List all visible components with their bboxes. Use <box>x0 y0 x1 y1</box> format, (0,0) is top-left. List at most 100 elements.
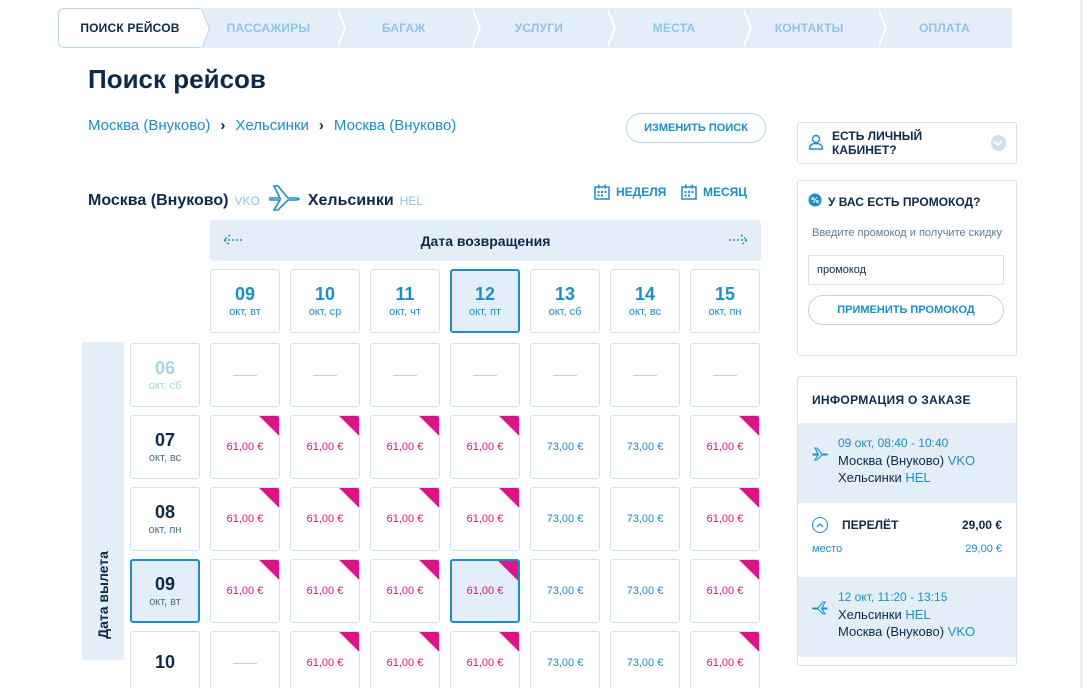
arrow-right-icon[interactable] <box>727 233 749 250</box>
lowest-price-badge <box>739 560 759 580</box>
price-cell[interactable]: 61,00 € <box>450 487 520 551</box>
step-services[interactable]: УСЛУГИ <box>471 8 617 48</box>
departure-date-cell[interactable]: 06 окт, сб <box>130 343 200 407</box>
price-cell[interactable]: 73,00 € <box>530 415 600 479</box>
lowest-price-badge <box>339 416 359 436</box>
seat-amount: 29,00 € <box>965 543 1002 555</box>
price-value: 61,00 € <box>306 513 344 525</box>
arrow-left-icon[interactable] <box>222 233 244 250</box>
price-cell[interactable]: 61,00 € <box>450 415 520 479</box>
breadcrumb-item-return[interactable]: Москва (Внуково) <box>334 117 456 134</box>
return-date-cell[interactable]: 15 окт, пн <box>690 269 760 333</box>
price-cell[interactable]: 73,00 € <box>610 487 680 551</box>
return-weekday: окт, чт <box>389 306 421 318</box>
price-value: 73,00 € <box>626 585 664 597</box>
personal-cabinet-panel[interactable]: ЕСТЬ ЛИЧНЫЙ КАБИНЕТ? <box>797 122 1017 164</box>
promo-code-input[interactable]: промокод <box>808 255 1004 285</box>
apply-promo-button[interactable]: ПРИМЕНИТЬ ПРОМОКОД <box>808 295 1004 325</box>
departure-date-cell[interactable]: 10 <box>130 631 200 688</box>
return-date-cell[interactable]: 10 окт, ср <box>290 269 360 333</box>
departure-date-cell[interactable]: 07 окт, вс <box>130 415 200 479</box>
return-date-cell[interactable]: 13 окт, сб <box>530 269 600 333</box>
view-week-toggle[interactable]: НЕДЕЛЯ <box>594 184 666 200</box>
lowest-price-badge <box>499 488 519 508</box>
lowest-price-badge <box>739 632 759 652</box>
lowest-price-badge <box>499 632 519 652</box>
return-day: 12 <box>474 284 496 304</box>
outbound-from-code: VKO <box>947 453 976 468</box>
lowest-price-badge <box>259 560 279 580</box>
price-cell[interactable]: 61,00 € <box>210 415 280 479</box>
change-search-button[interactable]: ИЗМЕНИТЬ ПОИСК <box>626 113 766 143</box>
price-cell[interactable]: 61,00 € <box>290 487 360 551</box>
return-date-cell[interactable]: 12 окт, пт <box>450 269 520 333</box>
lowest-price-badge <box>259 416 279 436</box>
price-value: 61,00 € <box>706 513 744 525</box>
step-seats[interactable]: МЕСТА <box>606 8 752 48</box>
return-date-label: Дата возвращения <box>420 232 551 249</box>
price-cell[interactable]: 73,00 € <box>610 559 680 623</box>
departure-day: 07 <box>154 430 176 450</box>
breadcrumb-item-origin[interactable]: Москва (Внуково) <box>88 117 210 134</box>
price-cell[interactable]: 73,00 € <box>530 631 600 688</box>
step-passengers[interactable]: ПАССАЖИРЫ <box>200 8 347 48</box>
price-cell[interactable]: 61,00 € <box>290 631 360 688</box>
step-payment[interactable]: ОПЛАТА <box>876 8 1012 48</box>
step-contacts[interactable]: КОНТАКТЫ <box>741 8 887 48</box>
outbound-to: Хельсинки <box>838 470 902 485</box>
price-cell[interactable]: 61,00 € <box>290 559 360 623</box>
route-destination: Хельсинки <box>307 191 394 209</box>
breadcrumb-item-destination[interactable]: Хельсинки <box>235 117 309 134</box>
price-cell[interactable]: 61,00 € <box>290 415 360 479</box>
price-value: 73,00 € <box>546 441 584 453</box>
departure-date-cell[interactable]: 09 окт, вт <box>130 559 200 623</box>
price-cell <box>530 343 600 407</box>
return-weekday: окт, сб <box>548 306 582 318</box>
booking-stepper: ПОИСК РЕЙСОВ ПАССАЖИРЫ БАГАЖ УСЛУГИ МЕСТ… <box>58 8 1012 49</box>
price-cell[interactable]: 61,00 € <box>690 559 760 623</box>
price-value: 61,00 € <box>466 657 504 669</box>
price-value: 61,00 € <box>226 585 264 597</box>
price-cell <box>370 343 440 407</box>
price-cell[interactable]: 73,00 € <box>530 559 600 623</box>
price-cell[interactable]: 73,00 € <box>530 487 600 551</box>
price-cell[interactable]: 61,00 € <box>370 487 440 551</box>
chevron-down-icon[interactable] <box>990 135 1006 151</box>
outbound-segment: 09 окт, 08:40 - 10:40 Москва (Внуково) V… <box>798 423 1016 503</box>
price-cell <box>610 343 680 407</box>
price-value: 73,00 € <box>626 441 664 453</box>
return-date-cell[interactable]: 14 окт, вс <box>610 269 680 333</box>
return-weekday: окт, пт <box>469 306 501 318</box>
price-cell[interactable]: 61,00 € <box>370 415 440 479</box>
return-date-cell[interactable]: 11 окт, чт <box>370 269 440 333</box>
departure-weekday: окт, вс <box>148 452 182 464</box>
price-cell[interactable]: 61,00 € <box>450 559 520 623</box>
price-value: 73,00 € <box>626 513 664 525</box>
route-header: Москва (Внуково) VKO Хельсинки HEL <box>88 184 423 217</box>
price-cell[interactable]: 61,00 € <box>210 487 280 551</box>
step-search[interactable]: ПОИСК РЕЙСОВ <box>58 8 210 49</box>
departure-date-label: Дата вылета <box>95 551 111 639</box>
no-flight-dash <box>393 374 417 376</box>
price-cell[interactable]: 61,00 € <box>450 631 520 688</box>
return-weekday: окт, вт <box>229 306 261 318</box>
price-cell[interactable]: 73,00 € <box>610 415 680 479</box>
return-day: 09 <box>234 284 256 304</box>
step-baggage[interactable]: БАГАЖ <box>336 8 482 48</box>
price-cell[interactable]: 61,00 € <box>690 631 760 688</box>
view-week-label: НЕДЕЛЯ <box>616 185 667 199</box>
lowest-price-badge <box>739 488 759 508</box>
price-cell[interactable]: 61,00 € <box>690 487 760 551</box>
return-date-cell[interactable]: 09 окт, вт <box>210 269 280 333</box>
price-cell[interactable]: 61,00 € <box>210 559 280 623</box>
price-cell[interactable]: 61,00 € <box>690 415 760 479</box>
price-cell[interactable]: 61,00 € <box>370 631 440 688</box>
price-cell[interactable]: 73,00 € <box>610 631 680 688</box>
price-cell[interactable]: 61,00 € <box>370 559 440 623</box>
order-info-panel: ИНФОРМАЦИЯ О ЗАКАЗЕ 09 окт, 08:40 - 10:4… <box>797 376 1017 666</box>
chevron-up-icon[interactable] <box>812 517 828 533</box>
lowest-price-badge <box>419 488 439 508</box>
breadcrumb-separator: › <box>220 117 226 134</box>
departure-date-cell[interactable]: 08 окт, пн <box>130 487 200 551</box>
view-month-toggle[interactable]: МЕСЯЦ <box>681 184 747 200</box>
